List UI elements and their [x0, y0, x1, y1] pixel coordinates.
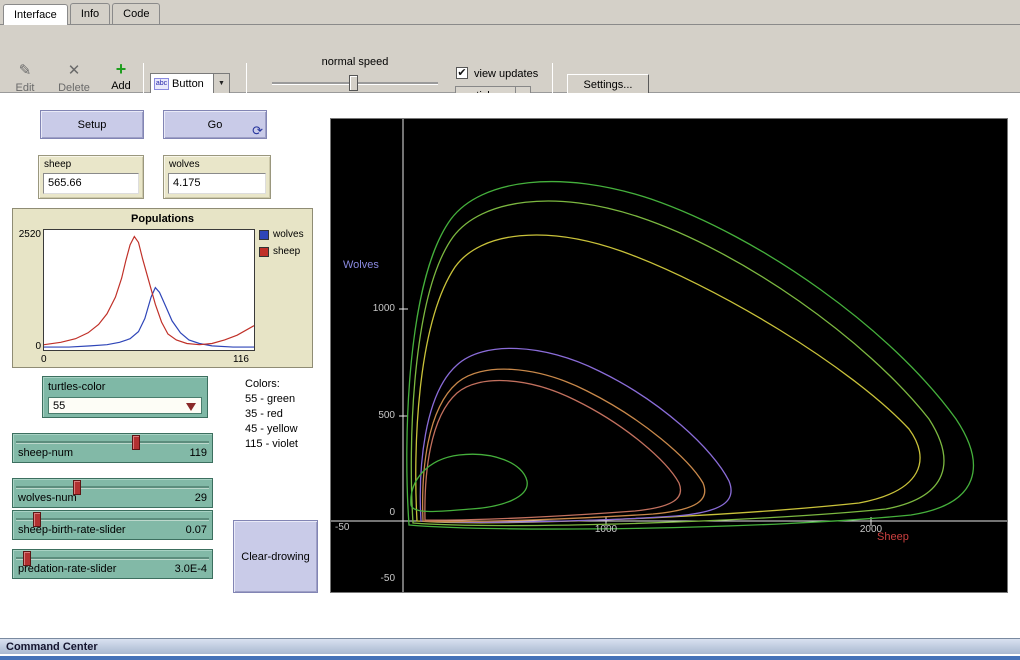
edit-icon: ✎: [8, 63, 42, 79]
y-tick-500: 500: [365, 410, 395, 421]
slider-label: sheep-num: [18, 447, 73, 459]
setup-button-label: Setup: [78, 119, 107, 131]
slider-groove: [16, 518, 209, 521]
speed-slider-thumb[interactable]: [349, 75, 358, 91]
slider-label: wolves-num: [18, 492, 77, 504]
wolves-monitor: wolves 4.175: [163, 155, 271, 199]
window-bottom-edge: [0, 656, 1020, 660]
button-widget-icon: abc: [154, 78, 169, 90]
toolbar-separator: [246, 63, 247, 93]
slider-value: 119: [189, 447, 207, 459]
interface-canvas: Setup Go ⟳ sheep 565.66 wolves 4.175 Pop…: [0, 93, 1020, 638]
predation-rate-slider[interactable]: predation-rate-slider 3.0E-4: [12, 549, 213, 579]
slider-value: 3.0E-4: [175, 563, 207, 575]
edit-button[interactable]: ✎ Edit: [8, 63, 42, 94]
slider-groove: [16, 441, 209, 444]
toolbar-separator: [143, 63, 144, 93]
wolves-pen-label: wolves: [273, 229, 304, 240]
tab-info[interactable]: Info: [70, 3, 110, 24]
sheep-num-slider[interactable]: sheep-num 119: [12, 433, 213, 463]
view-updates-label: view updates: [474, 68, 538, 80]
go-button-label: Go: [208, 119, 223, 131]
tab-bar: Interface Info Code: [0, 0, 1020, 25]
delete-icon: ✕: [52, 63, 96, 79]
colors-note-line: 55 - green: [245, 392, 298, 407]
command-center-bar[interactable]: Command Center: [0, 638, 1020, 654]
checkbox-check-icon: ✔: [457, 67, 466, 79]
wolves-monitor-label: wolves: [169, 159, 200, 170]
tab-code-label: Code: [123, 8, 149, 20]
wolves-num-slider[interactable]: wolves-num 29: [12, 478, 213, 508]
clear-drawing-button[interactable]: Clear-drowing: [233, 520, 318, 593]
plot-y-min: 0: [15, 341, 41, 352]
turtles-color-chooser[interactable]: turtles-color 55: [42, 376, 208, 418]
sheep-pen-label: sheep: [273, 246, 300, 257]
plot-title: Populations: [13, 213, 312, 225]
speed-label: normal speed: [280, 56, 430, 68]
add-button[interactable]: + Add: [104, 61, 138, 92]
wolves-axis-label: Wolves: [343, 259, 379, 271]
delete-button[interactable]: ✕ Delete: [52, 63, 96, 94]
plot-x-min: 0: [41, 354, 47, 365]
chevron-down-icon[interactable]: ▼: [213, 74, 229, 93]
populations-plot: Populations 2520 0 0 116 wolves sheep: [12, 208, 313, 368]
plot-legend: wolves sheep: [259, 229, 304, 263]
x-tick-neg50: -50: [335, 522, 349, 533]
view-updates-checkbox[interactable]: ✔: [456, 67, 468, 79]
plot-x-max: 116: [233, 354, 249, 365]
colors-note-line: 35 - red: [245, 407, 298, 422]
colors-note-line: 115 - violet: [245, 437, 298, 452]
sheep-pen-swatch: [259, 247, 269, 257]
slider-value: 0.07: [186, 524, 207, 536]
settings-button-label: Settings...: [584, 79, 633, 91]
phase-plot-canvas: [331, 119, 1007, 592]
slider-groove: [16, 486, 209, 489]
y-tick-neg50: -50: [365, 573, 395, 584]
clear-drawing-button-label: Clear-drowing: [241, 551, 309, 563]
chooser-arrow-icon: [186, 403, 196, 411]
slider-thumb[interactable]: [132, 435, 140, 450]
toolbar-separator: [552, 63, 553, 93]
setup-button[interactable]: Setup: [40, 110, 144, 139]
sheep-monitor-label: sheep: [44, 159, 71, 170]
slider-label: sheep-birth-rate-slider: [18, 524, 126, 536]
y-tick-0: 0: [365, 507, 395, 518]
add-icon: +: [104, 61, 138, 77]
slider-value: 29: [195, 492, 207, 504]
tab-interface[interactable]: Interface: [3, 4, 68, 25]
add-button-label: Add: [104, 80, 138, 92]
toolbar: ✎ Edit ✕ Delete + Add abc Button ▼ norma…: [0, 25, 1020, 93]
legend-item-sheep: sheep: [259, 246, 304, 257]
command-center-title: Command Center: [6, 641, 98, 653]
tab-code[interactable]: Code: [112, 3, 160, 24]
netlogo-window: Interface Info Code ✎ Edit ✕ Delete + Ad…: [0, 0, 1020, 660]
colors-note-line: 45 - yellow: [245, 422, 298, 437]
colors-note-title: Colors:: [245, 377, 298, 392]
sheep-monitor: sheep 565.66: [38, 155, 144, 199]
x-tick-1000: 1000: [588, 524, 624, 535]
slider-groove: [16, 557, 209, 560]
widget-type-dropdown[interactable]: abc Button ▼: [150, 73, 230, 94]
chooser-field[interactable]: 55: [48, 397, 202, 414]
forever-icon: ⟳: [252, 124, 263, 137]
widget-type-value: Button: [172, 78, 204, 90]
tab-interface-label: Interface: [14, 9, 57, 21]
tab-info-label: Info: [81, 8, 99, 20]
go-button[interactable]: Go ⟳: [163, 110, 267, 139]
chooser-value: 55: [53, 400, 65, 412]
legend-item-wolves: wolves: [259, 229, 304, 240]
populations-chart: [44, 230, 254, 350]
plot-y-max: 2520: [15, 229, 41, 240]
sheep-birth-rate-slider[interactable]: sheep-birth-rate-slider 0.07: [12, 510, 213, 540]
wolves-pen-swatch: [259, 230, 269, 240]
chooser-label: turtles-color: [48, 381, 105, 393]
plot-canvas: [43, 229, 255, 351]
sheep-axis-label: Sheep: [877, 531, 909, 543]
world-view: Wolves 1000 500 0 -50 -50 1000 2000 Shee…: [330, 118, 1008, 593]
y-tick-1000: 1000: [365, 303, 395, 314]
slider-label: predation-rate-slider: [18, 563, 116, 575]
wolves-monitor-value: 4.175: [168, 173, 266, 194]
colors-note: Colors: 55 - green 35 - red 45 - yellow …: [245, 377, 298, 452]
sheep-monitor-value: 565.66: [43, 173, 139, 194]
